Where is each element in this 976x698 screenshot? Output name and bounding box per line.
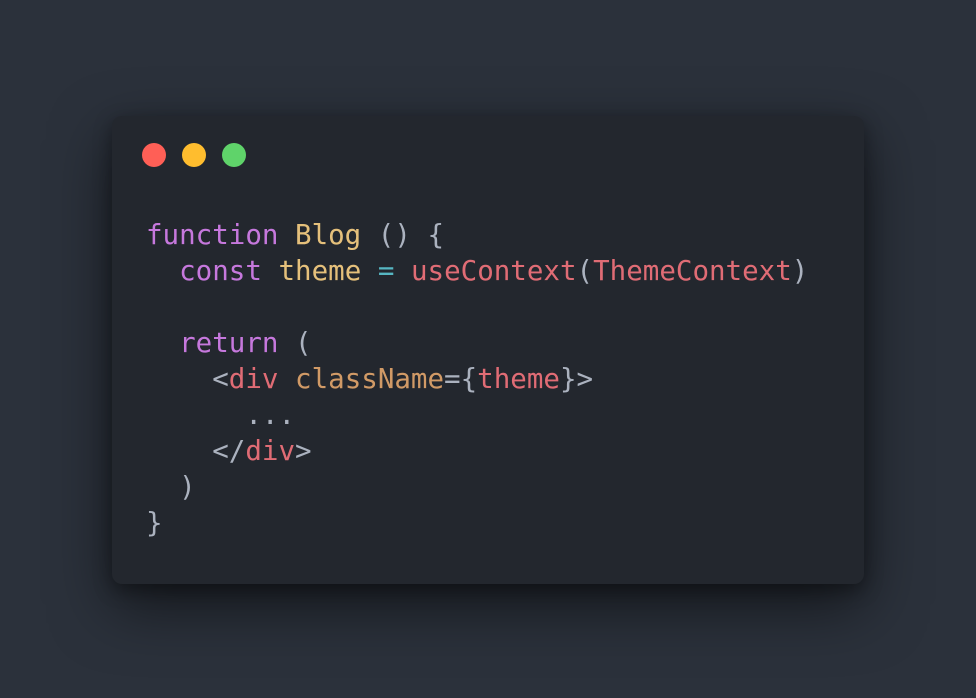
code-token-keyword: function [146,219,279,251]
code-line: </div> [146,433,808,469]
code-token-punctuation [278,219,295,251]
code-line: ​ [146,289,808,325]
code-token-punctuation: </ [146,435,246,467]
code-token-punctuation [146,255,179,287]
minimize-dot[interactable] [182,143,206,167]
code-token-punctuation: ( [576,255,594,287]
code-token-attribute: className [295,363,445,395]
code-token-punctuation [361,255,378,287]
code-token-punctuation: () { [361,219,445,251]
code-token-tag: theme [477,363,560,395]
code-token-punctuation [394,255,411,287]
close-dot[interactable] [142,143,166,167]
code-block: function Blog () { const theme = useCont… [146,217,808,541]
code-token-keyword: const [179,255,262,287]
code-token-punctuation: ... [146,399,296,431]
code-token-punctuation: }> [559,363,594,395]
code-token-tag: div [228,363,279,395]
code-token-punctuation: > [295,435,312,467]
code-line: ... [146,397,808,433]
maximize-dot[interactable] [222,143,246,167]
canvas-background: function Blog () { const theme = useCont… [0,0,976,698]
code-line: function Blog () { [146,217,808,253]
code-token-punctuation [278,363,295,395]
code-token-keyword: return [179,327,279,359]
code-token-identifier: theme [278,255,362,287]
code-line: const theme = useContext(ThemeContext) [146,253,808,289]
code-token-punctuation: < [146,363,229,395]
code-token-operator: = [377,255,395,287]
code-window: function Blog () { const theme = useCont… [112,116,864,584]
code-token-function-call: ThemeContext [593,255,792,287]
code-token-punctuation: ) [791,255,809,287]
code-token-punctuation: ) [146,471,196,503]
code-line: ) [146,469,808,505]
code-line: <div className={theme}> [146,361,808,397]
code-line: return ( [146,325,808,361]
code-token-punctuation: } [146,507,163,539]
code-token-punctuation [146,327,179,359]
code-token-punctuation [262,255,279,287]
code-line: } [146,505,808,541]
code-token-tag: div [245,435,296,467]
code-token-punctuation: ={ [444,363,478,395]
code-token-punctuation: ( [278,327,312,359]
code-token-identifier: Blog [295,219,362,251]
code-token-function-call: useContext [410,255,577,287]
